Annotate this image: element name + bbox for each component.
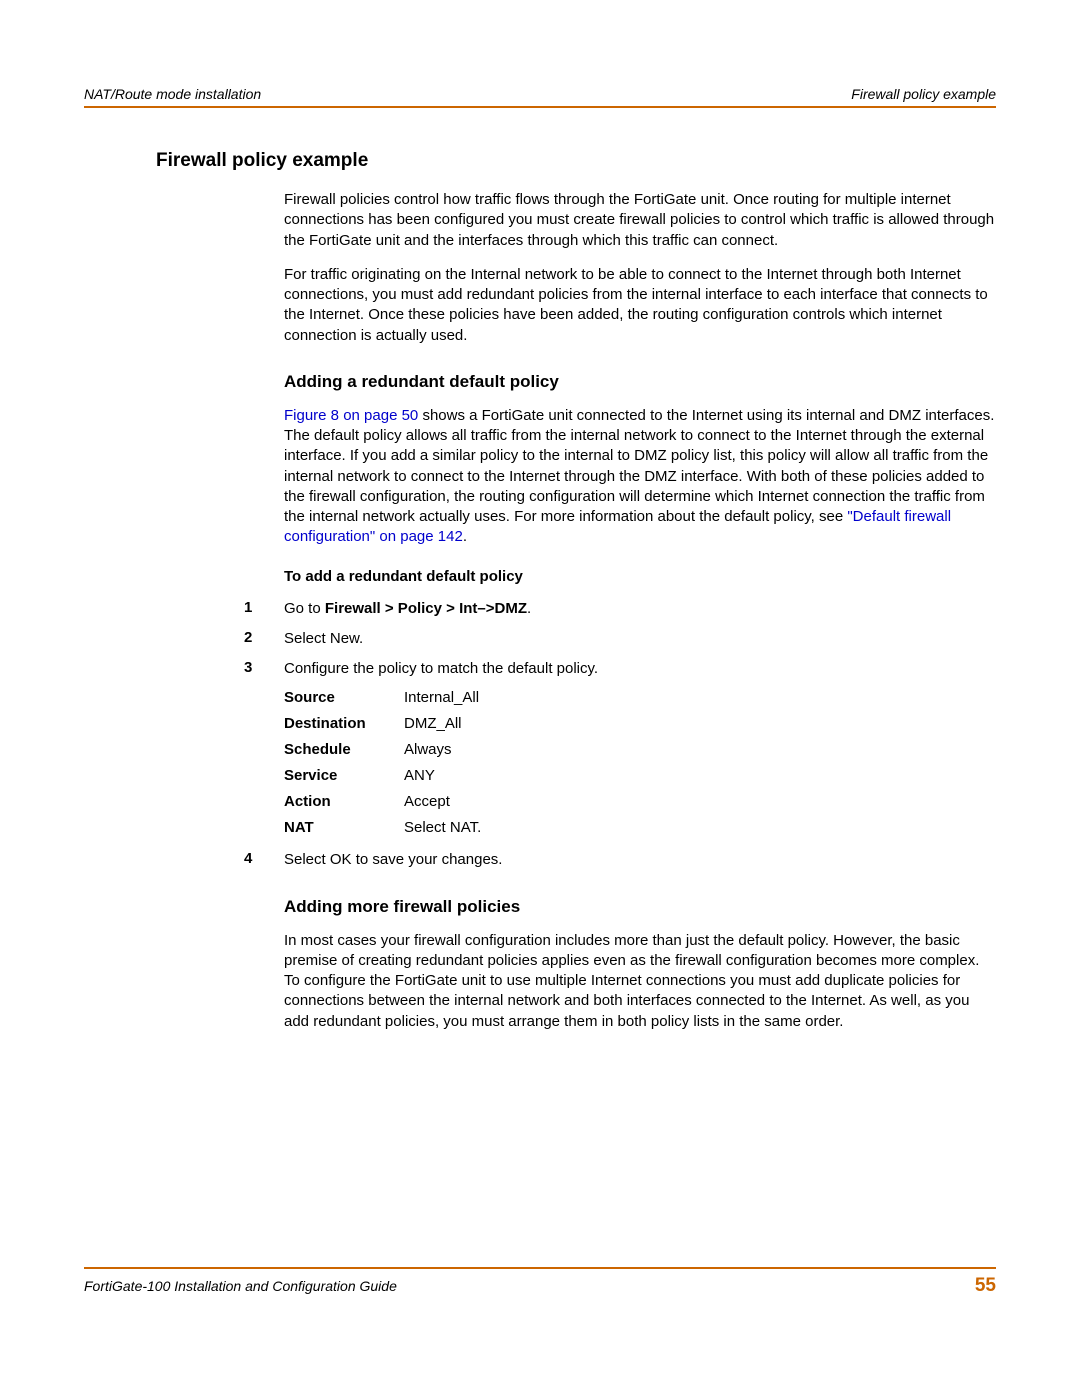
step-text: Select OK to save your changes. <box>284 850 996 870</box>
paragraph-text: . <box>463 528 467 545</box>
table-row: Action Accept <box>284 793 996 810</box>
table-row: Service ANY <box>284 767 996 784</box>
paragraph: In most cases your firewall configuratio… <box>284 931 996 1032</box>
list-item: 4 Select OK to save your changes. <box>284 850 996 870</box>
section-heading: Firewall policy example <box>156 150 996 172</box>
paragraph: Figure 8 on page 50 shows a FortiGate un… <box>284 406 996 548</box>
table-row: Destination DMZ_All <box>284 715 996 732</box>
step-number: 2 <box>244 629 284 649</box>
subsection-heading: Adding a redundant default policy <box>284 372 996 392</box>
subsection-heading: Adding more firewall policies <box>284 897 996 917</box>
header-left: NAT/Route mode installation <box>84 86 261 102</box>
page-header: NAT/Route mode installation Firewall pol… <box>84 86 996 108</box>
table-label: Action <box>284 793 404 810</box>
header-right: Firewall policy example <box>851 86 996 102</box>
table-value: DMZ_All <box>404 715 996 732</box>
step-number: 1 <box>244 599 284 619</box>
step-number: 3 <box>244 659 284 679</box>
step-text: Go to Firewall > Policy > Int–>DMZ. <box>284 599 996 619</box>
table-label: Source <box>284 689 404 706</box>
footer-title: FortiGate-100 Installation and Configura… <box>84 1278 397 1294</box>
table-label: NAT <box>284 819 404 836</box>
list-item: 1 Go to Firewall > Policy > Int–>DMZ. <box>284 599 996 619</box>
table-value: ANY <box>404 767 996 784</box>
table-value: Select NAT. <box>404 819 996 836</box>
table-row: Source Internal_All <box>284 689 996 706</box>
list-item: 2 Select New. <box>284 629 996 649</box>
table-label: Service <box>284 767 404 784</box>
table-row: Schedule Always <box>284 741 996 758</box>
table-value: Always <box>404 741 996 758</box>
list-item: 3 Configure the policy to match the defa… <box>284 659 996 679</box>
table-value: Accept <box>404 793 996 810</box>
procedure-heading: To add a redundant default policy <box>284 568 996 585</box>
table-row: NAT Select NAT. <box>284 819 996 836</box>
paragraph: For traffic originating on the Internal … <box>284 265 996 346</box>
figure-link[interactable]: Figure 8 on page 50 <box>284 407 418 424</box>
table-label: Schedule <box>284 741 404 758</box>
step-number: 4 <box>244 850 284 870</box>
page-number: 55 <box>975 1275 996 1297</box>
table-value: Internal_All <box>404 689 996 706</box>
table-label: Destination <box>284 715 404 732</box>
step-text: Select New. <box>284 629 996 649</box>
policy-table: Source Internal_All Destination DMZ_All … <box>284 689 996 836</box>
step-text: Configure the policy to match the defaul… <box>284 659 996 679</box>
paragraph: Firewall policies control how traffic fl… <box>284 190 996 251</box>
page-footer: FortiGate-100 Installation and Configura… <box>84 1267 996 1297</box>
